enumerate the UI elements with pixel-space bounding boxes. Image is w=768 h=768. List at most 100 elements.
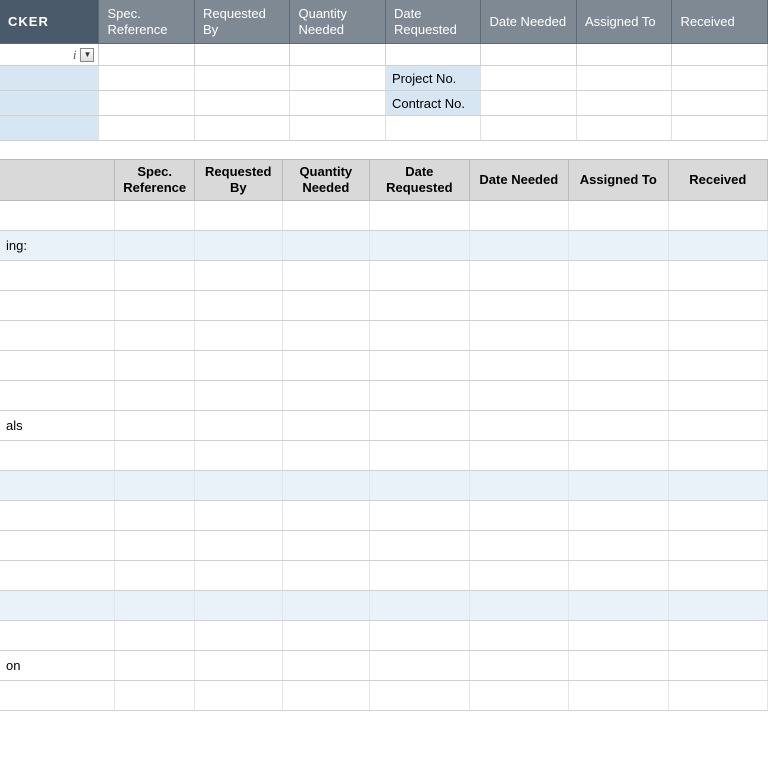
cell[interactable] [470, 441, 569, 470]
cell[interactable] [115, 651, 195, 680]
cell[interactable] [569, 441, 668, 470]
cell[interactable] [669, 441, 768, 470]
cell[interactable] [370, 231, 469, 260]
cell[interactable] [195, 291, 283, 320]
cell[interactable] [290, 91, 386, 115]
cell[interactable] [115, 561, 195, 590]
cell-blue[interactable] [0, 116, 99, 140]
cell[interactable] [115, 291, 195, 320]
cell[interactable] [283, 321, 371, 350]
cell[interactable] [470, 411, 569, 440]
cell[interactable] [569, 261, 668, 290]
filter-empty[interactable] [99, 44, 195, 65]
cell[interactable] [283, 591, 371, 620]
cell[interactable] [569, 561, 668, 590]
cell[interactable] [0, 291, 115, 320]
cell[interactable] [283, 651, 371, 680]
cell[interactable] [370, 291, 469, 320]
cell[interactable] [283, 531, 371, 560]
col-quantity-needed[interactable]: Quantity Needed [290, 0, 386, 43]
cell[interactable] [370, 261, 469, 290]
cell[interactable] [470, 261, 569, 290]
cell[interactable] [669, 681, 768, 710]
project-no-label[interactable]: Project No. [386, 66, 482, 90]
cell[interactable] [370, 441, 469, 470]
cell[interactable] [115, 621, 195, 650]
cell[interactable] [669, 561, 768, 590]
cell[interactable] [569, 501, 668, 530]
filter-empty[interactable] [672, 44, 768, 65]
cell[interactable] [672, 91, 768, 115]
col-spec-reference[interactable]: Spec. Reference [115, 160, 195, 200]
cell[interactable] [569, 201, 668, 230]
cell[interactable] [370, 471, 469, 500]
cell[interactable] [370, 561, 469, 590]
cell[interactable] [115, 501, 195, 530]
cell[interactable] [669, 621, 768, 650]
cell[interactable] [669, 381, 768, 410]
col-received[interactable]: Received [669, 160, 768, 200]
filter-cell[interactable]: i [0, 44, 99, 65]
col-spec-reference[interactable]: Spec. Reference [99, 0, 195, 43]
cell[interactable] [283, 381, 371, 410]
cell[interactable] [195, 501, 283, 530]
contract-no-label[interactable]: Contract No. [386, 91, 482, 115]
cell[interactable] [283, 291, 371, 320]
cell[interactable] [569, 621, 668, 650]
col-received[interactable]: Received [672, 0, 768, 43]
cell[interactable] [283, 441, 371, 470]
cell[interactable] [290, 116, 386, 140]
col-date-requested[interactable]: Date Requested [386, 0, 482, 43]
filter-empty[interactable] [195, 44, 291, 65]
cell[interactable] [115, 381, 195, 410]
cell[interactable] [370, 201, 469, 230]
cell[interactable] [115, 531, 195, 560]
filter-empty[interactable] [481, 44, 577, 65]
cell[interactable] [672, 66, 768, 90]
cell[interactable] [470, 201, 569, 230]
cell[interactable] [283, 471, 371, 500]
cell[interactable] [481, 66, 577, 90]
cell[interactable] [370, 621, 469, 650]
cell[interactable] [283, 561, 371, 590]
cell[interactable] [370, 501, 469, 530]
filter-empty[interactable] [290, 44, 386, 65]
cell[interactable] [283, 501, 371, 530]
cell[interactable] [470, 651, 569, 680]
cell[interactable] [195, 681, 283, 710]
cell[interactable] [669, 471, 768, 500]
cell[interactable] [283, 261, 371, 290]
cell[interactable] [195, 231, 283, 260]
col-date-requested[interactable]: Date Requested [370, 160, 469, 200]
cell[interactable] [370, 591, 469, 620]
cell[interactable] [481, 116, 577, 140]
col-requested-by[interactable]: Requested By [195, 0, 291, 43]
cell[interactable] [115, 201, 195, 230]
cell[interactable] [195, 561, 283, 590]
cell[interactable] [195, 381, 283, 410]
cell[interactable] [115, 261, 195, 290]
cell[interactable] [569, 381, 668, 410]
cell[interactable] [370, 681, 469, 710]
cell[interactable] [0, 261, 115, 290]
cell[interactable] [669, 231, 768, 260]
col-assigned-to[interactable]: Assigned To [569, 160, 668, 200]
dropdown-icon[interactable] [80, 48, 94, 62]
cell[interactable] [195, 651, 283, 680]
cell[interactable] [115, 411, 195, 440]
cell[interactable] [669, 531, 768, 560]
cell[interactable] [0, 591, 115, 620]
section-label-ing[interactable]: ing: [0, 231, 115, 260]
section-label-als[interactable]: als [0, 411, 115, 440]
cell[interactable] [283, 681, 371, 710]
cell[interactable] [669, 411, 768, 440]
cell[interactable] [195, 441, 283, 470]
cell[interactable] [0, 471, 115, 500]
cell[interactable] [669, 591, 768, 620]
cell[interactable] [569, 411, 668, 440]
cell[interactable] [386, 116, 482, 140]
col-quantity-needed[interactable]: Quantity Needed [283, 160, 371, 200]
cell[interactable] [370, 531, 469, 560]
cell[interactable] [195, 321, 283, 350]
cell[interactable] [195, 531, 283, 560]
